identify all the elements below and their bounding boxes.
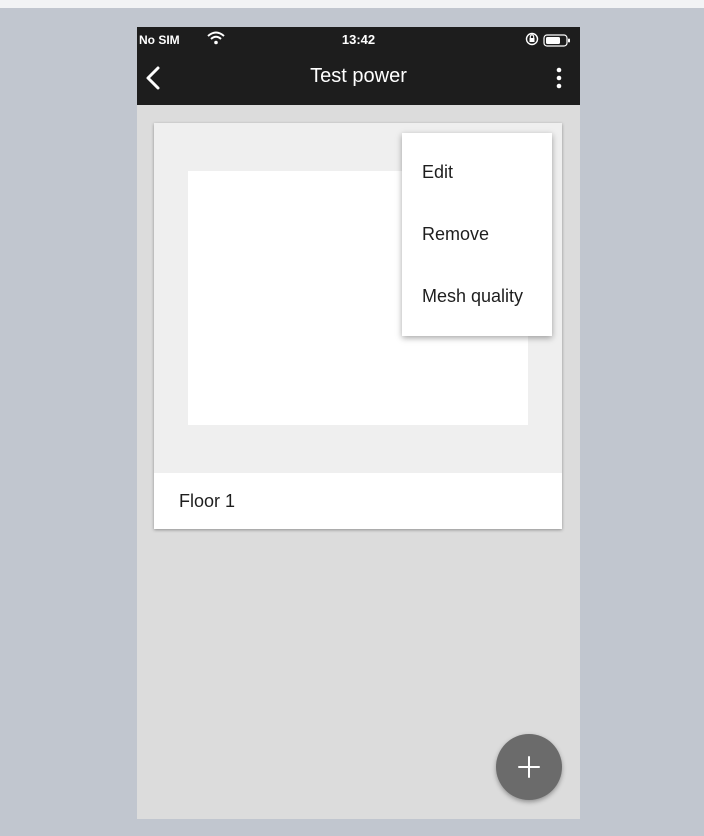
more-vertical-icon[interactable]	[547, 65, 571, 91]
page-title: Test power	[310, 65, 407, 87]
status-time: 13:42	[341, 32, 376, 47]
menu-item-mesh-quality[interactable]: Mesh quality	[402, 265, 552, 327]
window-top-strip	[0, 0, 704, 8]
popup-menu: Edit Remove Mesh quality	[402, 133, 552, 336]
app-bar: Test power	[137, 53, 580, 105]
add-floor-button[interactable]	[496, 734, 562, 800]
floor-name-label: Floor 1	[179, 491, 236, 511]
phone-screen: No SIM 13:42 Test power Floor 1 Edit Rem…	[137, 27, 580, 819]
rotation-lock-icon	[525, 32, 539, 46]
battery-icon	[543, 34, 570, 47]
status-bar: No SIM 13:42	[137, 27, 580, 53]
menu-item-edit[interactable]: Edit	[402, 141, 552, 203]
plus-icon	[518, 756, 540, 778]
menu-item-remove[interactable]: Remove	[402, 203, 552, 265]
